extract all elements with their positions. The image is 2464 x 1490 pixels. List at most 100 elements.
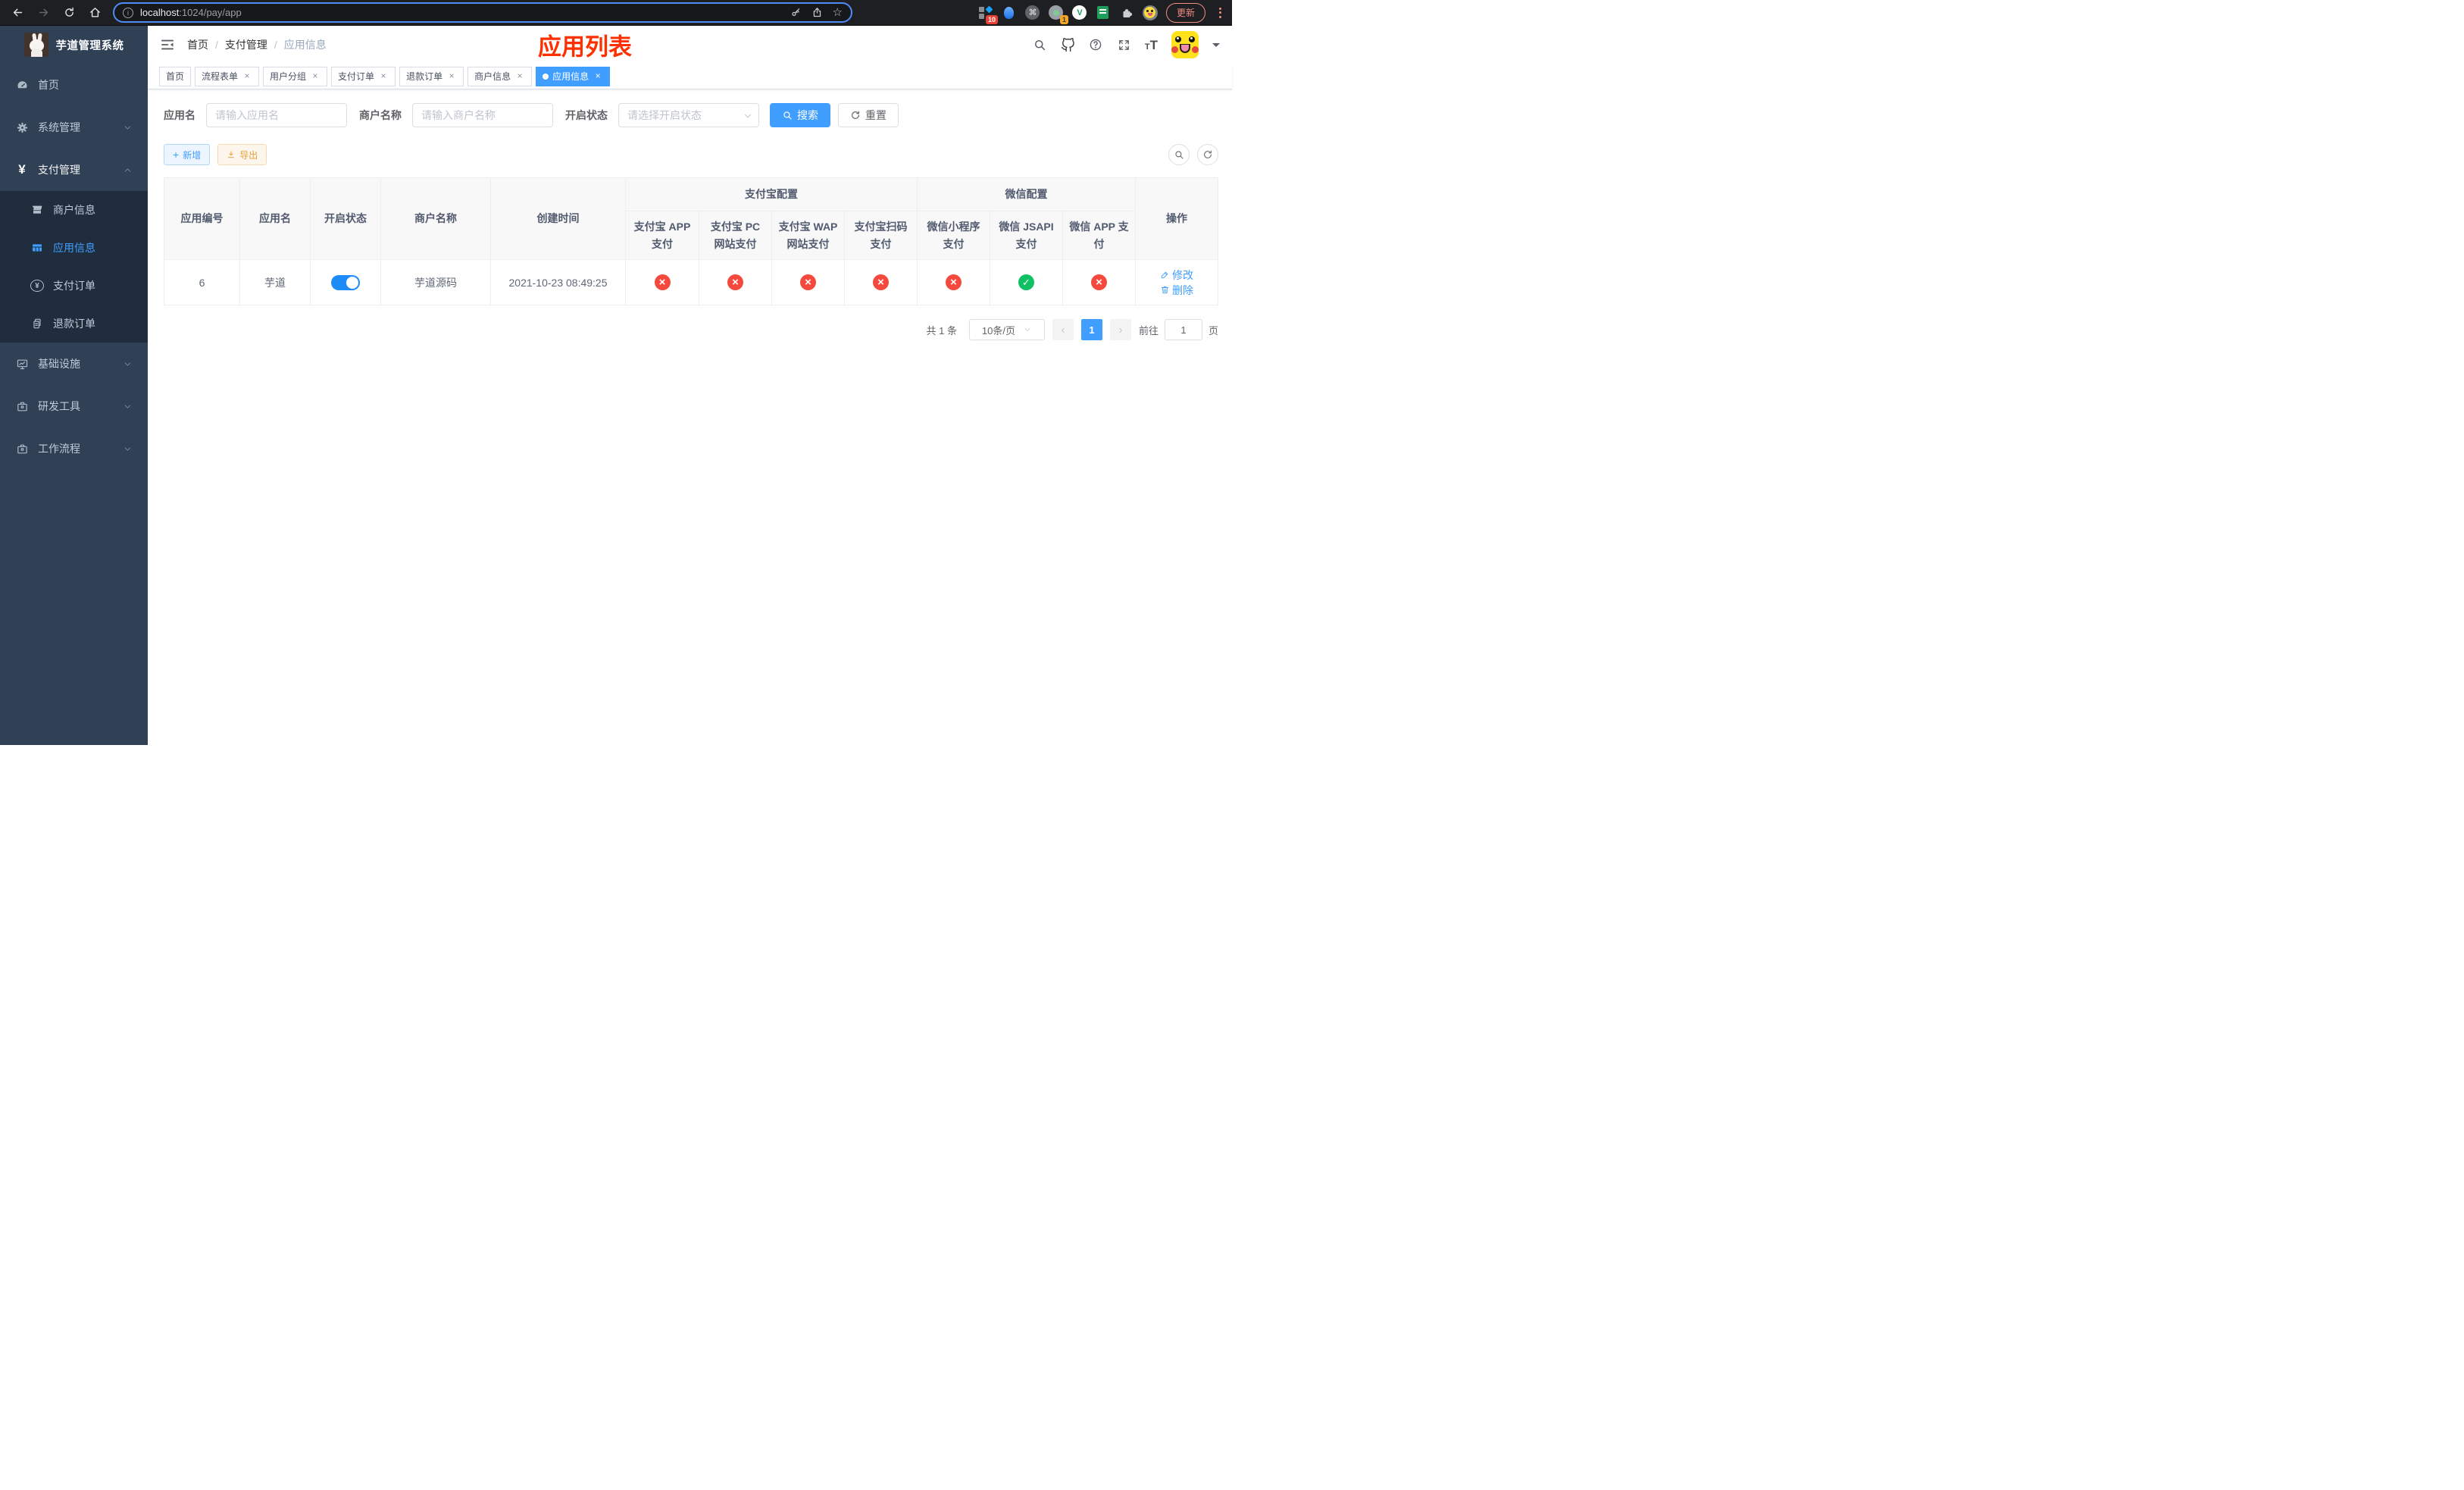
extension-balloon-icon[interactable] — [1002, 5, 1017, 20]
tab-user-group[interactable]: 用户分组 — [263, 66, 328, 86]
font-size-icon[interactable] — [1145, 39, 1158, 52]
fullscreen-icon[interactable] — [1117, 38, 1131, 52]
tab-refund-order[interactable]: 退款订单 — [399, 66, 464, 86]
trash-icon — [1160, 285, 1170, 295]
monitor-icon — [15, 358, 29, 371]
sidebar-item-workflow[interactable]: 工作流程 — [0, 427, 148, 470]
back-icon[interactable] — [11, 6, 24, 19]
cell-app-name: 芋道 — [239, 259, 311, 305]
sidebar-item-pay-order[interactable]: 支付订单 — [0, 267, 148, 305]
chevron-down-icon — [123, 123, 133, 133]
avatar[interactable] — [1171, 31, 1199, 58]
wechat-lite-status-icon — [946, 274, 962, 290]
chevron-down-icon — [123, 359, 133, 369]
prev-page-button[interactable] — [1052, 319, 1074, 340]
document-icon — [30, 318, 44, 330]
reset-button[interactable]: 重置 — [838, 103, 899, 127]
extensions-puzzle-icon[interactable] — [1119, 5, 1134, 20]
toolbox-icon — [15, 443, 29, 455]
password-key-icon[interactable] — [790, 7, 802, 18]
app-table: 应用编号 应用名 开启状态 商户名称 创建时间 支付宝配置 微信配置 操作 支付… — [164, 177, 1218, 305]
refresh-icon — [850, 110, 861, 121]
breadcrumb-payment[interactable]: 支付管理 — [225, 37, 267, 52]
tab-pay-order[interactable]: 支付订单 — [331, 66, 396, 86]
github-icon[interactable] — [1061, 38, 1075, 52]
col-header-app-id: 应用编号 — [164, 177, 240, 260]
sidebar-item-merchant-info[interactable]: 商户信息 — [0, 191, 148, 229]
status-select[interactable]: 请选择开启状态 — [618, 103, 759, 127]
chevron-down-icon — [1023, 325, 1032, 334]
current-page[interactable]: 1 — [1080, 319, 1102, 340]
toggle-search-button[interactable] — [1168, 144, 1190, 165]
cell-created: 2021-10-23 08:49:25 — [490, 259, 626, 305]
enabled-toggle[interactable] — [331, 274, 360, 290]
browser-profile-avatar[interactable] — [1142, 5, 1158, 20]
collapse-sidebar-icon[interactable] — [160, 37, 175, 52]
app-name-input[interactable] — [206, 103, 347, 127]
home-icon[interactable] — [89, 6, 102, 19]
close-icon[interactable] — [446, 71, 457, 82]
sidebar-item-infrastructure[interactable]: 基础设施 — [0, 343, 148, 385]
sidebar-item-dev-tools[interactable]: 研发工具 — [0, 385, 148, 427]
close-icon[interactable] — [242, 71, 252, 82]
alipay-pc-status-icon — [727, 274, 743, 290]
download-icon — [227, 150, 236, 159]
edit-link[interactable]: 修改 — [1160, 268, 1193, 283]
search-icon[interactable] — [1033, 38, 1047, 52]
breadcrumb-home[interactable]: 首页 — [187, 37, 208, 52]
forward-icon[interactable] — [37, 6, 50, 19]
sidebar-item-refund-order[interactable]: 退款订单 — [0, 305, 148, 343]
tab-app-info[interactable]: 应用信息 — [536, 66, 611, 86]
browser-menu-icon[interactable] — [1215, 7, 1225, 18]
close-icon[interactable] — [378, 71, 389, 82]
sidebar-item-system[interactable]: 系统管理 — [0, 106, 148, 149]
help-icon[interactable] — [1089, 38, 1103, 52]
close-icon[interactable] — [310, 71, 321, 82]
close-icon[interactable] — [514, 71, 525, 82]
page-size-select[interactable]: 10条/页 — [968, 319, 1045, 340]
col-header-alipay-app: 支付宝 APP 支付 — [625, 211, 699, 260]
sidebar-item-app-info[interactable]: 应用信息 — [0, 229, 148, 267]
col-header-merchant: 商户名称 — [380, 177, 491, 260]
app-logo[interactable]: 芋道管理系统 — [0, 26, 148, 64]
close-icon[interactable] — [593, 71, 603, 82]
refresh-table-button[interactable] — [1197, 144, 1218, 165]
tab-home[interactable]: 首页 — [159, 66, 192, 86]
share-icon[interactable] — [811, 7, 823, 18]
extension-vue-devtools-icon[interactable] — [1072, 5, 1087, 20]
avatar-dropdown-caret-icon[interactable] — [1212, 43, 1220, 51]
url-text[interactable]: localhost:1024/pay/app — [140, 7, 242, 18]
col-header-app-name: 应用名 — [239, 177, 311, 260]
extension-recorder-icon[interactable]: 1 — [1049, 5, 1068, 24]
alipay-wap-status-icon — [800, 274, 816, 290]
sidebar-item-payment[interactable]: 支付管理 — [0, 149, 148, 191]
bookmark-star-icon[interactable] — [833, 5, 843, 20]
col-header-alipay-pc: 支付宝 PC 网站支付 — [699, 211, 772, 260]
site-info-icon[interactable] — [123, 7, 133, 18]
top-navbar: 首页 / 支付管理 / 应用信息 应用列表 — [148, 26, 1232, 64]
next-page-button[interactable] — [1109, 319, 1131, 340]
reload-icon[interactable] — [63, 6, 76, 19]
col-header-created: 创建时间 — [490, 177, 626, 260]
address-bar[interactable]: localhost:1024/pay/app — [113, 2, 852, 23]
extension-sheet-icon[interactable] — [1096, 5, 1111, 20]
jump-page-input[interactable] — [1164, 319, 1202, 340]
sidebar-item-home[interactable]: 首页 — [0, 64, 148, 106]
search-button[interactable]: 搜索 — [770, 103, 830, 127]
active-tab-dot — [543, 73, 549, 80]
extension-command-icon[interactable] — [1025, 5, 1040, 20]
tab-merchant-info[interactable]: 商户信息 — [467, 66, 533, 86]
cell-app-id: 6 — [164, 259, 240, 305]
extension-blocks-icon[interactable]: 10 — [978, 5, 998, 24]
export-button[interactable]: 导出 — [217, 144, 267, 165]
yen-circle-icon — [30, 280, 44, 292]
delete-link[interactable]: 删除 — [1160, 283, 1193, 298]
add-button[interactable]: 新增 — [164, 144, 211, 165]
extension-badge: 10 — [985, 14, 998, 24]
browser-update-button[interactable]: 更新 — [1165, 2, 1205, 23]
group-header-alipay: 支付宝配置 — [625, 177, 918, 211]
sidebar: 芋道管理系统 首页 系统管理 支付管理 商户信息 应用信息 — [0, 26, 148, 745]
merchant-name-input[interactable] — [412, 103, 553, 127]
extensions-area: 10 1 更新 — [978, 2, 1232, 24]
tab-process-form[interactable]: 流程表单 — [195, 66, 260, 86]
